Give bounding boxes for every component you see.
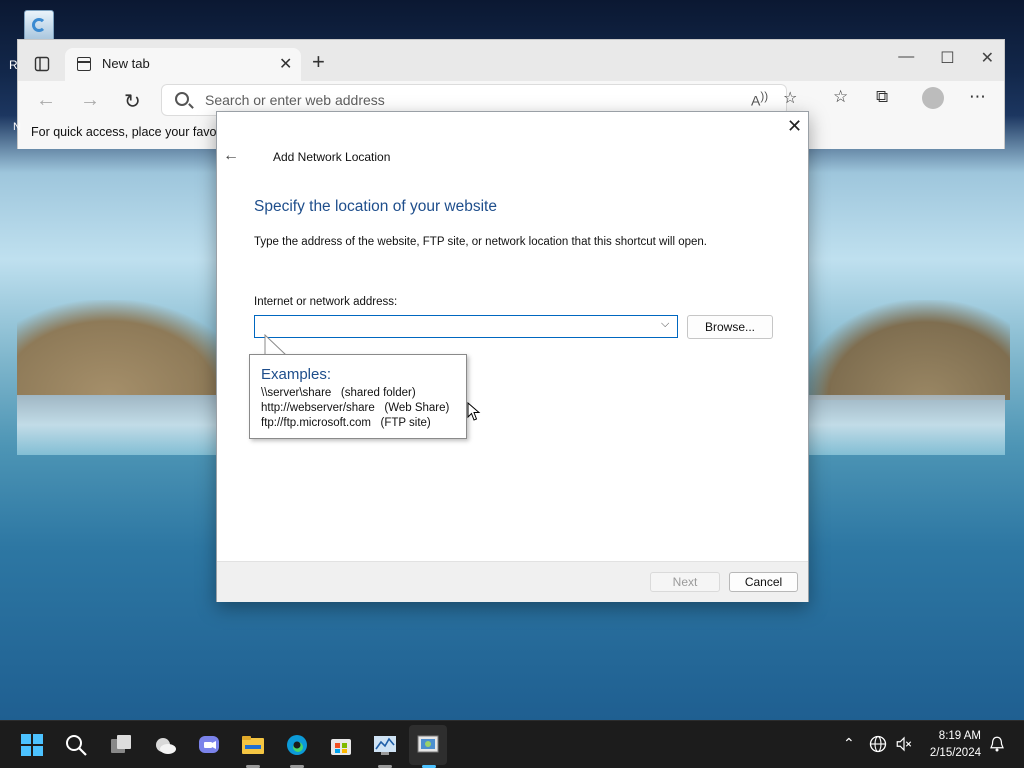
clock-date[interactable]: 2/15/2024 [921,747,981,759]
show-hidden-icons-chevron[interactable]: ⌃ [843,735,855,752]
address-placeholder: Search or enter web address [205,92,385,108]
close-window-icon[interactable]: ✕ [981,48,994,68]
tooltip-example-line: \\server\share (shared folder) [261,387,416,399]
forward-arrow-icon[interactable]: → [80,89,100,112]
address-field-label: Internet or network address: [254,296,398,308]
control-panel-icon[interactable] [416,733,440,757]
microsoft-store-icon[interactable] [329,733,353,757]
cancel-button[interactable]: Cancel [729,572,798,592]
recycle-symbol-icon [32,18,46,32]
favorites-icon[interactable]: ☆ [833,87,848,107]
recycle-bin-icon[interactable] [20,6,58,42]
taskbar: ⌃ 8:19 AM 2/15/2024 [0,720,1024,768]
tooltip-tail [264,334,288,356]
tab-actions-button[interactable] [26,50,58,78]
mouse-cursor-icon [467,402,481,421]
network-globe-icon[interactable] [869,735,887,753]
desktop-hill-right [800,300,1010,400]
dialog-close-icon[interactable]: ✕ [787,116,802,137]
chat-teams-icon[interactable] [197,733,221,757]
search-icon [175,92,189,106]
back-arrow-icon[interactable]: ← [36,89,56,112]
dialog-back-arrow-icon[interactable]: ← [223,147,239,165]
tab-strip: New tab ✕ + — ☐ ✕ [18,40,1004,81]
network-address-input[interactable] [254,315,678,338]
tab-new-tab[interactable]: New tab ✕ [65,48,301,81]
favorites-bar-hint: For quick access, place your favori [31,125,224,139]
tab-actions-icon [34,56,50,72]
file-explorer-icon[interactable] [241,733,265,757]
window-controls: — ☐ ✕ [898,48,994,68]
notifications-icon[interactable] [988,735,1006,753]
maximize-icon[interactable]: ☐ [940,48,954,68]
clock-time[interactable]: 8:19 AM [921,730,981,742]
dialog-footer: Next Cancel [217,561,808,602]
dialog-title: Add Network Location [273,150,391,164]
read-aloud-icon[interactable]: A)) [751,90,768,109]
dropdown-chevron-icon[interactable]: ⌵ [661,318,669,331]
desktop-icon-label-fragment: N [13,121,21,133]
more-options-icon[interactable]: ⋯ [969,87,986,107]
dialog-heading: Specify the location of your website [254,198,497,215]
widgets-weather-icon[interactable] [153,733,177,757]
profile-avatar[interactable] [922,87,944,109]
collections-icon[interactable]: ⧉ [876,87,888,107]
add-favorite-icon[interactable]: ☆ [783,88,797,108]
new-tab-page-icon [77,57,91,71]
tooltip-example-line: http://webserver/share (Web Share) [261,402,450,414]
minimize-icon[interactable]: — [898,48,914,68]
next-button[interactable]: Next [650,572,720,592]
task-view-icon[interactable] [109,733,133,757]
start-windows-icon[interactable] [20,733,44,757]
performance-monitor-icon[interactable] [373,733,397,757]
examples-tooltip: Examples: \\server\share (shared folder)… [249,354,467,439]
tab-title: New tab [102,56,150,71]
new-tab-button[interactable]: + [312,49,325,75]
refresh-icon[interactable]: ↻ [124,89,141,114]
tab-close-icon[interactable]: ✕ [279,54,292,74]
edge-browser-icon[interactable] [285,733,309,757]
browse-button[interactable]: Browse... [687,315,773,339]
search-taskbar-icon[interactable] [64,733,88,757]
tooltip-title: Examples: [261,366,332,383]
desktop-hill-left [17,300,247,395]
tooltip-example-line: ftp://ftp.microsoft.com (FTP site) [261,417,431,429]
dialog-description: Type the address of the website, FTP sit… [254,236,707,248]
volume-muted-icon[interactable] [895,735,913,753]
